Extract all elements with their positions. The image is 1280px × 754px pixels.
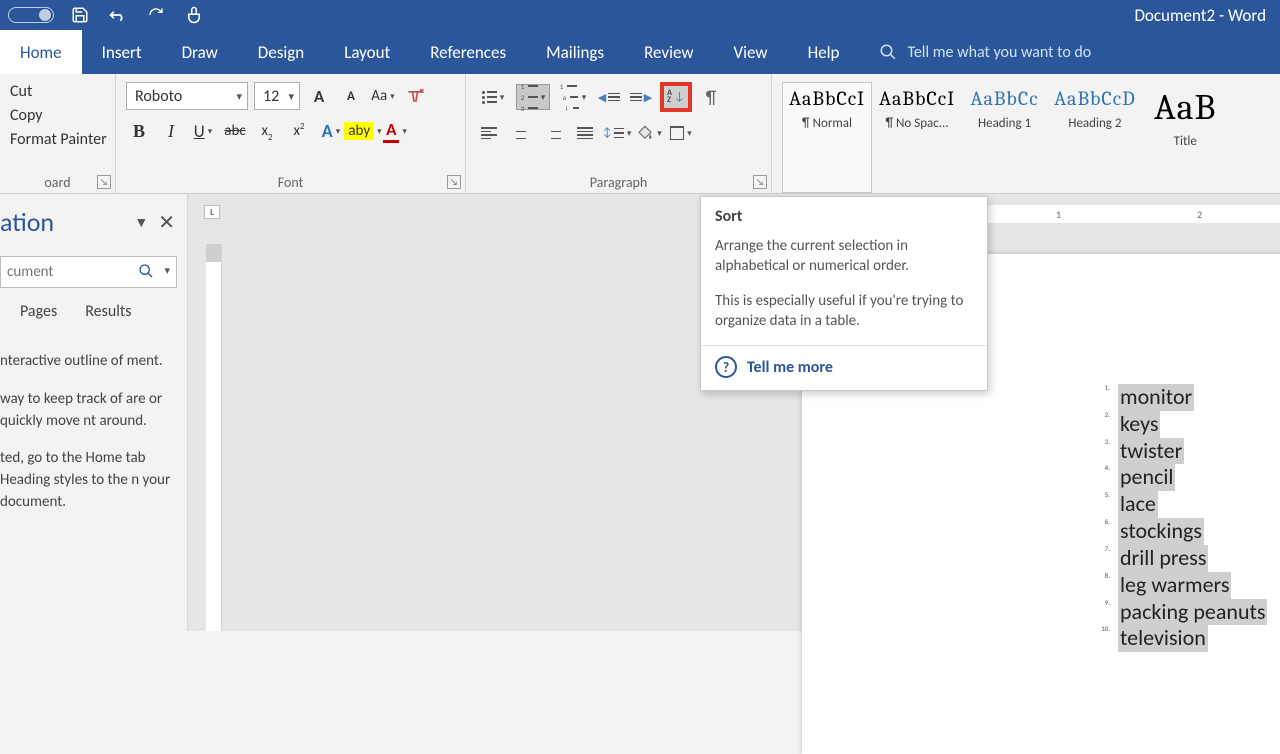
- list-item[interactable]: 4.pencil: [1082, 464, 1280, 491]
- copy-button[interactable]: Copy: [10, 106, 120, 125]
- nav-tab-results[interactable]: Results: [85, 302, 131, 321]
- list-item[interactable]: 6.stockings: [1082, 518, 1280, 545]
- vertical-ruler[interactable]: [206, 244, 222, 631]
- nav-search-box[interactable]: [0, 256, 177, 288]
- tab-layout[interactable]: Layout: [324, 30, 410, 74]
- line-spacing-button[interactable]: ↕: [604, 120, 630, 146]
- numbered-list[interactable]: 1.monitor2.keys3.twister4.pencil5.lace6.…: [1082, 384, 1280, 652]
- tab-design[interactable]: Design: [238, 30, 324, 74]
- tab-insert[interactable]: Insert: [82, 30, 162, 74]
- tell-me-search[interactable]: Tell me what you want to do: [879, 30, 1091, 74]
- style-title[interactable]: AaBTitle: [1143, 82, 1228, 193]
- shrink-font-icon[interactable]: A: [338, 83, 364, 109]
- font-size-combo[interactable]: 12: [254, 82, 300, 110]
- paragraph-group-label: Paragraph: [466, 174, 771, 191]
- navigation-pane: ation ▼ ✕ Pages Results nteractive outli…: [0, 194, 188, 631]
- window-title: Document2 - Word: [1134, 5, 1272, 26]
- highlight-button[interactable]: aby: [350, 118, 376, 144]
- nav-pane-title: ation: [0, 206, 124, 238]
- increase-indent-icon[interactable]: ▶: [628, 84, 654, 110]
- search-icon[interactable]: [138, 263, 154, 279]
- nav-body-text: nteractive outline of ment. way to keep …: [0, 331, 187, 514]
- undo-icon[interactable]: [104, 3, 132, 27]
- nav-search-input[interactable]: [1, 257, 136, 287]
- list-item[interactable]: 1.monitor: [1082, 384, 1280, 411]
- nav-tab-pages[interactable]: Pages: [20, 302, 57, 321]
- nav-dropdown-icon[interactable]: ▼: [124, 214, 158, 231]
- list-item[interactable]: 10.television: [1082, 625, 1280, 652]
- list-item[interactable]: 9.packing peanuts: [1082, 599, 1280, 626]
- tell-me-more-link[interactable]: ? Tell me more: [715, 356, 973, 378]
- bullets-button[interactable]: [476, 84, 510, 110]
- numbering-button[interactable]: 123: [516, 84, 550, 110]
- tooltip-title: Sort: [715, 207, 973, 226]
- tooltip-body-2: This is especially useful if you're tryi…: [715, 291, 973, 332]
- style---no-spac---[interactable]: AaBbCcI¶ No Spac...: [872, 82, 962, 193]
- style-heading-1[interactable]: AaBbCcHeading 1: [962, 82, 1047, 193]
- help-icon: ?: [715, 356, 737, 378]
- redo-icon[interactable]: [142, 3, 170, 27]
- list-item[interactable]: 8.leg warmers: [1082, 572, 1280, 599]
- list-item[interactable]: 5.lace: [1082, 491, 1280, 518]
- change-case-button[interactable]: Aa: [370, 83, 396, 109]
- clear-formatting-icon[interactable]: [402, 83, 428, 109]
- paragraph-dialog-icon[interactable]: ↘: [753, 175, 767, 189]
- style-heading-2[interactable]: AaBbCcDHeading 2: [1047, 82, 1143, 193]
- align-right-icon[interactable]: [540, 120, 566, 146]
- show-hide-marks-button[interactable]: ¶: [698, 84, 724, 110]
- align-left-icon[interactable]: [476, 120, 502, 146]
- font-dialog-icon[interactable]: ↘: [447, 175, 461, 189]
- clipboard-dialog-icon[interactable]: ↘: [97, 175, 111, 189]
- tooltip-body: Arrange the current selection in alphabe…: [715, 236, 973, 277]
- shading-button[interactable]: [636, 120, 662, 146]
- sort-button[interactable]: AZ ↓: [660, 82, 692, 112]
- ribbon-tabs: Home Insert Draw Design Layout Reference…: [0, 30, 1280, 74]
- font-name-combo[interactable]: Roboto: [126, 82, 248, 110]
- font-color-button[interactable]: A: [382, 118, 408, 144]
- subscript-button[interactable]: x: [254, 118, 280, 144]
- horizontal-ruler[interactable]: 12: [988, 205, 1280, 223]
- tell-me-placeholder: Tell me what you want to do: [907, 43, 1091, 62]
- format-painter-button[interactable]: Format Painter: [10, 130, 120, 149]
- underline-button[interactable]: U: [190, 118, 216, 144]
- sort-tooltip: Sort Arrange the current selection in al…: [700, 196, 988, 391]
- tab-view[interactable]: View: [714, 30, 788, 74]
- ribbon: Cut Copy Format Painter oard ↘ Roboto 12…: [0, 74, 1280, 194]
- ruler-corner: L: [204, 205, 220, 219]
- superscript-button[interactable]: x: [286, 118, 312, 144]
- nav-tabs: Pages Results: [0, 302, 187, 331]
- styles-gallery[interactable]: AaBbCcI¶ NormalAaBbCcI¶ No Spac...AaBbCc…: [772, 74, 1280, 193]
- font-group-label: Font: [116, 174, 465, 191]
- save-icon[interactable]: [66, 3, 94, 27]
- italic-button[interactable]: I: [158, 118, 184, 144]
- tab-mailings[interactable]: Mailings: [526, 30, 624, 74]
- strikethrough-button[interactable]: abc: [222, 118, 248, 144]
- align-center-icon[interactable]: [508, 120, 534, 146]
- grow-font-icon[interactable]: A: [306, 83, 332, 109]
- touch-mode-icon[interactable]: [180, 3, 208, 27]
- justify-icon[interactable]: [572, 120, 598, 146]
- multilevel-list-button[interactable]: 1ai: [556, 84, 590, 110]
- title-bar: Document2 - Word: [0, 0, 1280, 30]
- cut-button[interactable]: Cut: [10, 82, 120, 101]
- list-item[interactable]: 7.drill press: [1082, 545, 1280, 572]
- tab-references[interactable]: References: [410, 30, 526, 74]
- tab-draw[interactable]: Draw: [162, 30, 238, 74]
- list-item[interactable]: 3.twister: [1082, 438, 1280, 465]
- autosave-toggle[interactable]: [8, 7, 54, 23]
- text-effects-button[interactable]: A: [318, 118, 344, 144]
- list-item[interactable]: 2.keys: [1082, 411, 1280, 438]
- borders-button[interactable]: [668, 120, 694, 146]
- style---normal[interactable]: AaBbCcI¶ Normal: [782, 82, 872, 193]
- nav-close-icon[interactable]: ✕: [158, 210, 175, 235]
- tab-help[interactable]: Help: [788, 30, 860, 74]
- tab-review[interactable]: Review: [624, 30, 713, 74]
- decrease-indent-icon[interactable]: ◀: [596, 84, 622, 110]
- bold-button[interactable]: B: [126, 118, 152, 144]
- tab-home[interactable]: Home: [0, 30, 82, 74]
